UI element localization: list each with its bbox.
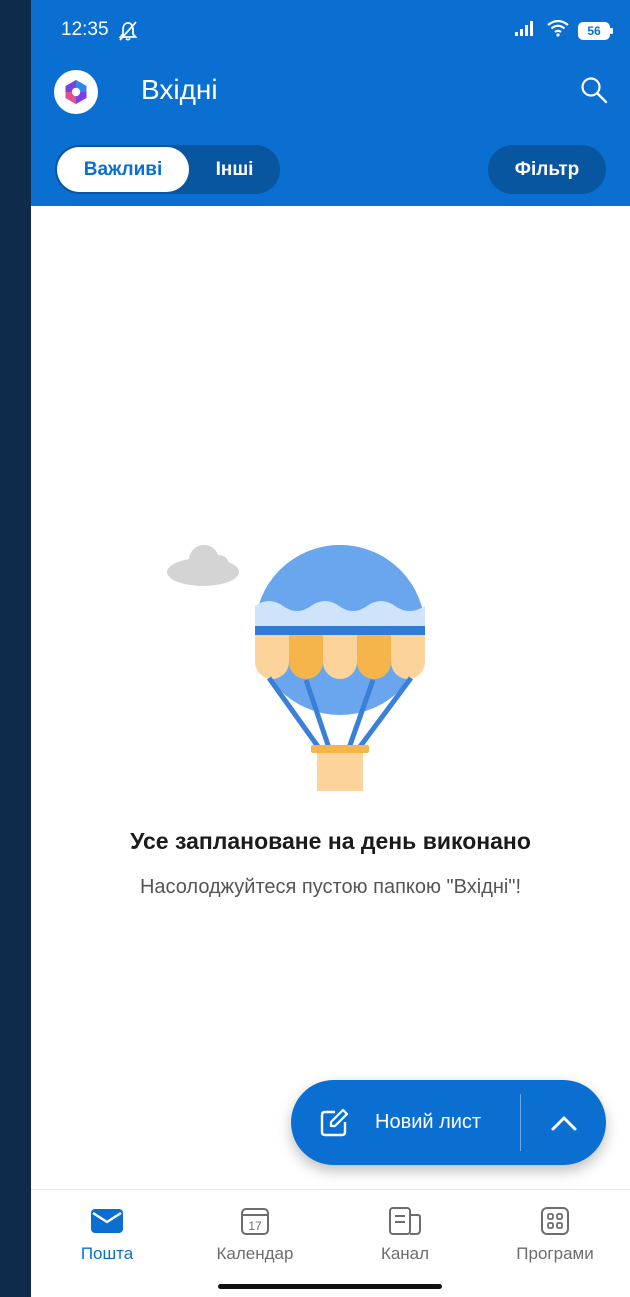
nav-mail[interactable]: Пошта [47,1204,167,1264]
app-logo[interactable] [54,70,98,114]
side-background [0,0,31,1297]
status-time: 12:35 [61,19,109,40]
nav-mail-label: Пошта [80,1244,134,1263]
status-icons: 56 [514,19,613,42]
chevron-up-icon [551,1116,576,1130]
new-message-fab: Новий лист [291,1080,606,1165]
tab-other[interactable]: Інші [189,145,280,194]
nav-apps-label: Програми [516,1244,594,1263]
calendar-day: 17 [248,1219,262,1233]
inbox-tabs: Важливі Інші [55,145,280,194]
new-message-label: Новий лист [375,1111,482,1133]
filter-button[interactable]: Фільтр [488,145,606,194]
battery-icon: 56 [578,21,613,40]
expand-button[interactable] [521,1080,606,1165]
nav-feed-label: Канал [380,1244,430,1263]
cloud-icon [167,545,239,586]
mute-icon [117,20,139,47]
app-header: 12:35 56 Вхідні Важливі Інші Фільтр [31,0,630,206]
nav-calendar-label: Календар [216,1244,294,1263]
feed-icon [345,1204,465,1238]
bottom-nav: Пошта 17 Календар Канал Програми [31,1189,630,1297]
home-indicator[interactable] [218,1284,442,1289]
phone-screen: 12:35 56 Вхідні Важливі Інші Фільтр Усе … [31,0,630,1297]
empty-state-subtitle: Насолоджуйтеся пустою папкою "Вхідні"! [139,876,522,898]
nav-feed[interactable]: Канал [345,1204,465,1264]
wifi-icon [546,19,570,42]
nav-calendar[interactable]: 17 Календар [195,1204,315,1264]
new-message-button[interactable]: Новий лист [291,1080,520,1165]
signal-icon [514,19,538,42]
apps-icon [495,1204,615,1238]
page-title: Вхідні [141,74,218,105]
tab-focused[interactable]: Важливі [57,147,189,192]
calendar-icon: 17 [195,1204,315,1238]
empty-state-title: Усе заплановане на день виконано [130,828,531,854]
mail-icon [47,1204,167,1238]
compose-icon [320,1108,349,1136]
search-icon[interactable] [580,76,608,109]
balloon-illustration [161,540,431,800]
nav-apps[interactable]: Програми [495,1204,615,1264]
